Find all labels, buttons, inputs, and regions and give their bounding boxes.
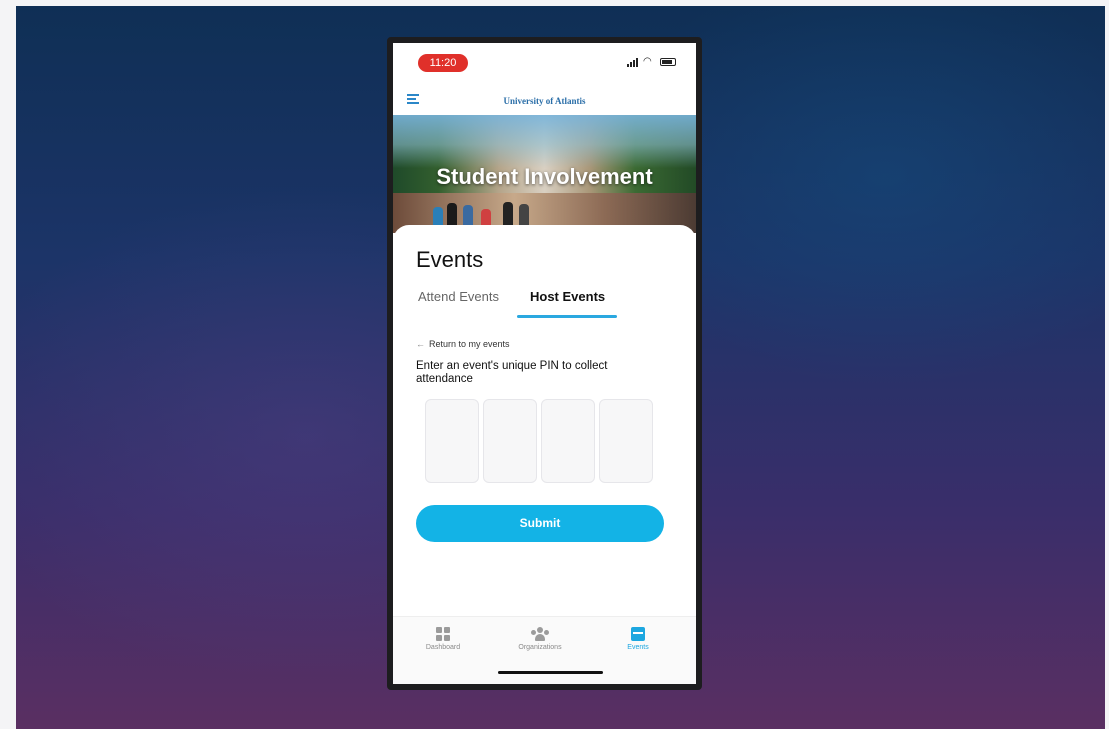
home-indicator — [498, 671, 603, 674]
nav-events-label: Events — [627, 644, 649, 651]
pin-digit-2[interactable] — [483, 399, 537, 483]
brand-logo: University of Atlantis — [503, 96, 586, 106]
tab-attend-events[interactable]: Attend Events — [418, 289, 499, 304]
submit-button[interactable]: Submit — [416, 505, 664, 542]
nav-organizations-label: Organizations — [518, 644, 562, 651]
nav-dashboard-label: Dashboard — [425, 644, 461, 651]
return-link-label: Return to my events — [429, 339, 510, 349]
hero-banner: Student Involvement — [393, 115, 696, 233]
nav-dashboard[interactable]: Dashboard — [398, 627, 488, 651]
nav-organizations[interactable]: Organizations — [495, 627, 585, 651]
system-icons: ◠ — [627, 57, 676, 67]
wifi-icon: ◠ — [643, 56, 652, 67]
return-link[interactable]: ← Return to my events — [416, 339, 510, 349]
pin-digit-4[interactable] — [599, 399, 653, 483]
status-bar: 11:20 ◠ — [393, 43, 696, 81]
signal-icon — [627, 57, 638, 67]
events-icon — [631, 627, 645, 641]
pin-input-group — [425, 399, 653, 483]
pin-instructions: Enter an event's unique PIN to collect a… — [416, 360, 608, 385]
pin-digit-1[interactable] — [425, 399, 479, 483]
tab-active-indicator — [517, 315, 617, 318]
dashboard-icon — [436, 627, 450, 641]
battery-icon — [660, 58, 676, 66]
events-tabs: Attend Events Host Events — [416, 289, 676, 319]
bottom-nav: Dashboard Organizations Events — [393, 616, 696, 684]
phone-frame: 11:20 ◠ University of Atlantis Student I… — [387, 37, 702, 690]
back-arrow-icon: ← — [416, 339, 425, 349]
tab-host-events[interactable]: Host Events — [530, 289, 605, 304]
status-time: 11:20 — [418, 54, 468, 72]
app-bar: University of Atlantis — [393, 81, 696, 115]
pin-digit-3[interactable] — [541, 399, 595, 483]
organizations-icon — [530, 627, 550, 641]
page-title: Events — [416, 247, 484, 272]
hero-title: Student Involvement — [436, 164, 653, 189]
events-card: Events Attend Events Host Events ← Return… — [393, 225, 696, 627]
nav-events[interactable]: Events — [593, 627, 683, 651]
